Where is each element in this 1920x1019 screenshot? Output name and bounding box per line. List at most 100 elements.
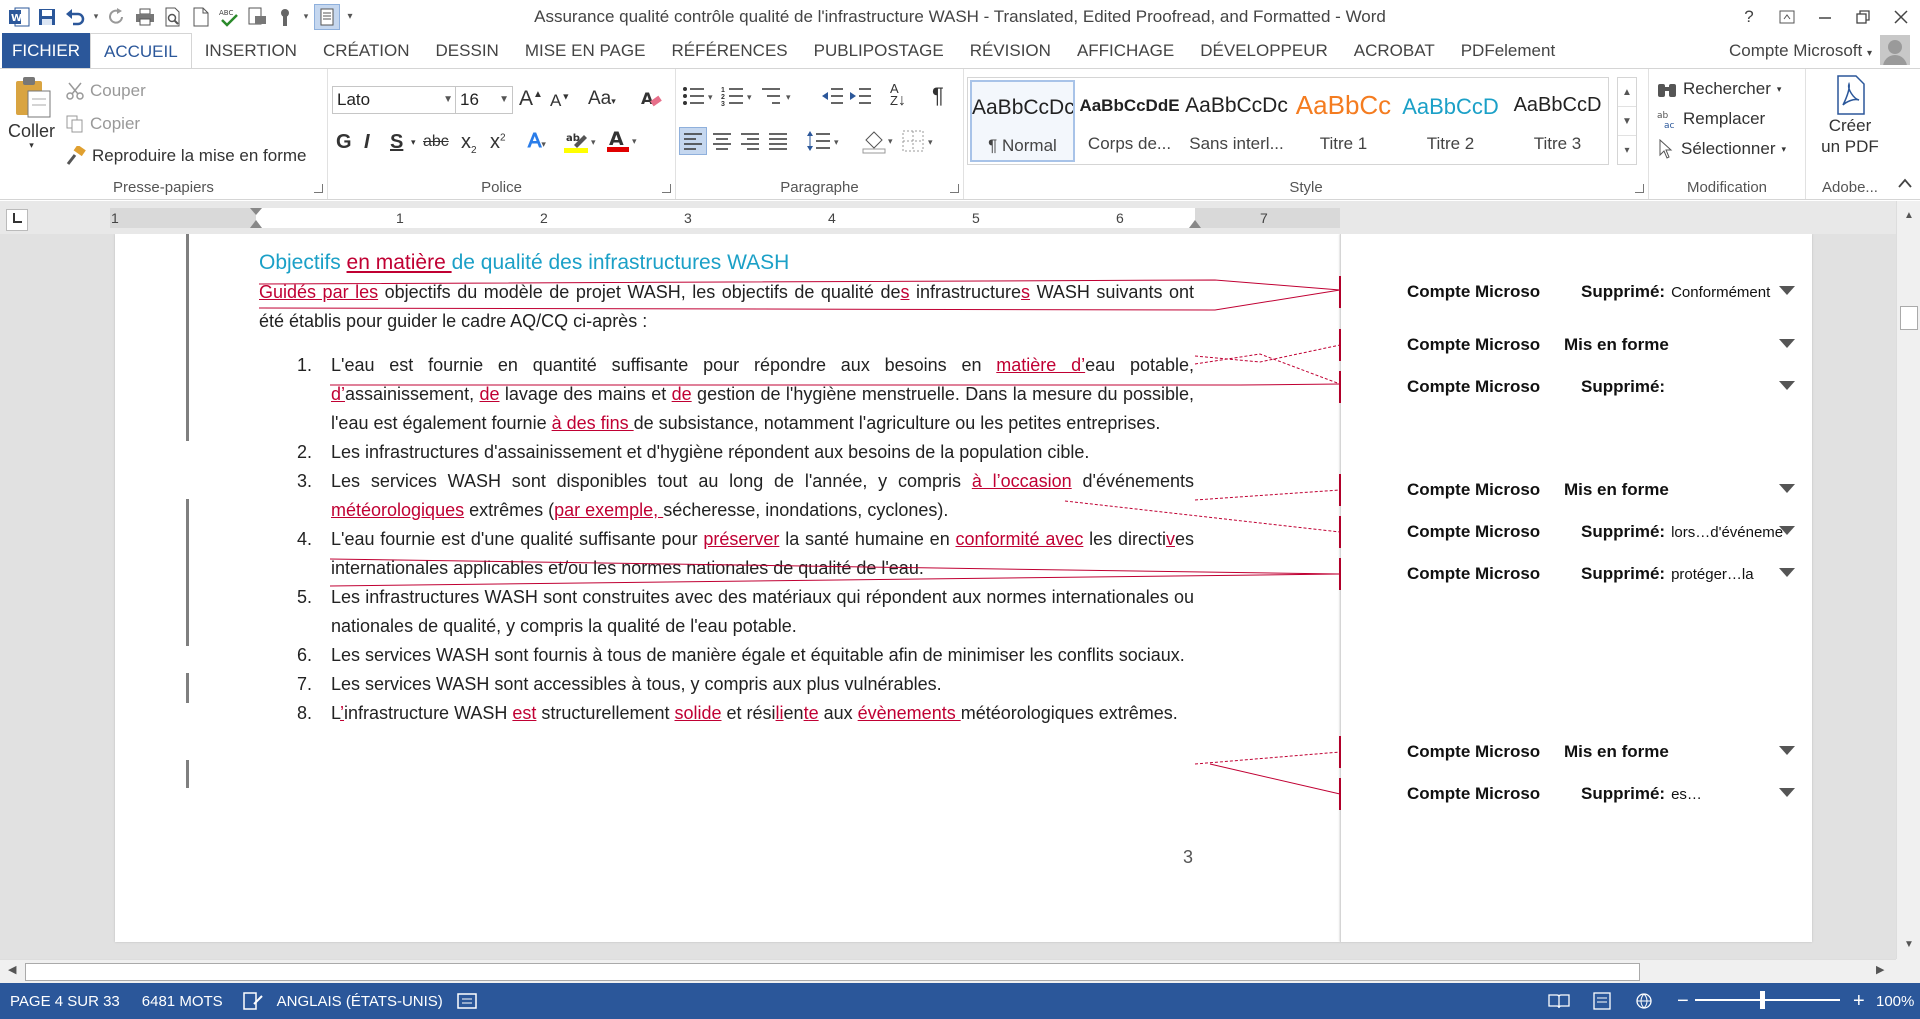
tab-acrobat[interactable]: ACROBAT	[1341, 33, 1448, 68]
font-size-combo[interactable]: 16 ▼	[455, 86, 513, 114]
superscript-icon[interactable]: x2	[490, 131, 506, 154]
shading-icon[interactable]: ▾	[862, 128, 898, 160]
balloon-dropdown-icon[interactable]	[1779, 339, 1795, 348]
styles-scroll-up-icon[interactable]: ▲	[1618, 78, 1636, 107]
balloon-dropdown-icon[interactable]	[1779, 381, 1795, 390]
underline-dropdown-icon[interactable]: ▾	[411, 137, 416, 148]
ribbon-display-options-icon[interactable]	[1768, 0, 1806, 33]
web-layout-view-icon[interactable]	[1634, 992, 1654, 1010]
cut-button[interactable]: Couper	[66, 81, 146, 101]
touch-mode-icon[interactable]	[272, 4, 298, 30]
print-setup-icon[interactable]	[244, 4, 270, 30]
revision-balloon[interactable]: Compte Microso Supprimé: protéger…la	[1407, 560, 1795, 588]
revision-balloon[interactable]: Compte Microso Mis en forme	[1407, 476, 1795, 504]
horizontal-scroll-thumb[interactable]	[25, 963, 1640, 981]
read-mode-view-icon[interactable]	[1548, 992, 1570, 1010]
underline-icon[interactable]: S	[390, 131, 403, 154]
styles-scroll-down-icon[interactable]: ▼	[1618, 107, 1636, 136]
collapse-ribbon-icon[interactable]	[1898, 176, 1912, 191]
revision-balloon[interactable]: Compte Microso Supprimé: Conformément	[1407, 278, 1795, 306]
left-indent-marker[interactable]	[250, 220, 262, 228]
tab-accueil[interactable]: ACCUEIL	[90, 32, 192, 69]
align-left-icon[interactable]	[679, 127, 707, 155]
account-name[interactable]: Compte Microsoft ▾	[1729, 33, 1872, 68]
create-pdf-button[interactable]: Créer un PDF	[1806, 75, 1894, 157]
sort-icon[interactable]: A Z↓	[890, 82, 906, 109]
tab-insertion[interactable]: INSERTION	[192, 33, 310, 68]
shrink-font-icon[interactable]: A▼	[550, 91, 570, 111]
revision-balloon[interactable]: Compte Microso Supprimé: es…	[1407, 780, 1795, 808]
styles-more-icon[interactable]: ▾	[1618, 136, 1636, 165]
styles-launcher-icon[interactable]	[1635, 184, 1644, 193]
clipboard-launcher-icon[interactable]	[314, 184, 323, 193]
customize-qat-icon[interactable]: ▾	[342, 4, 358, 30]
print-layout-view-icon[interactable]	[1592, 992, 1612, 1010]
tab-mise-en-page[interactable]: MISE EN PAGE	[512, 33, 659, 68]
bullets-icon[interactable]: ▾	[682, 85, 718, 113]
tab-creation[interactable]: CRÉATION	[310, 33, 423, 68]
minimize-icon[interactable]	[1806, 0, 1844, 33]
spelling-check-icon[interactable]: ABC	[216, 4, 242, 30]
tab-developpeur[interactable]: DÉVELOPPEUR	[1187, 33, 1341, 68]
italic-icon[interactable]: I	[364, 131, 370, 154]
style-heading-2[interactable]: AaBbCcD Titre 2	[1398, 80, 1503, 162]
scroll-up-icon[interactable]: ▲	[1900, 207, 1918, 225]
zoom-out-button[interactable]: −	[1677, 990, 1689, 1013]
avatar[interactable]	[1880, 35, 1910, 65]
balloon-dropdown-icon[interactable]	[1779, 788, 1795, 797]
change-case-icon[interactable]: Aa▾	[588, 88, 616, 110]
strikethrough-icon[interactable]: abc	[423, 133, 449, 151]
tab-selector-button[interactable]	[6, 209, 28, 231]
align-right-icon[interactable]	[740, 131, 760, 157]
multilevel-list-icon[interactable]: ▾	[760, 85, 796, 113]
vertical-scroll-thumb[interactable]	[1900, 306, 1918, 330]
align-center-icon[interactable]	[712, 131, 732, 157]
zoom-level[interactable]: 100%	[1876, 993, 1914, 1010]
quick-print-icon[interactable]	[132, 4, 158, 30]
zoom-slider[interactable]	[1695, 999, 1840, 1001]
paste-button[interactable]: Coller ▾	[8, 75, 55, 151]
bold-icon[interactable]: G	[336, 131, 352, 154]
language-status[interactable]: ANGLAIS (ÉTATS-UNIS)	[277, 993, 443, 1010]
text-effects-icon[interactable]: A▾	[528, 130, 546, 153]
style-body-text[interactable]: AaBbCcDdE Corps de...	[1077, 80, 1182, 162]
document-page[interactable]: Objectifs en matière de qualité des infr…	[115, 234, 1340, 942]
scroll-right-icon[interactable]: ▶	[1876, 963, 1884, 976]
font-launcher-icon[interactable]	[662, 184, 671, 193]
balloon-dropdown-icon[interactable]	[1779, 746, 1795, 755]
show-formatting-marks-icon[interactable]: ¶	[932, 83, 944, 109]
format-painter-button[interactable]: Reproduire la mise en forme	[66, 146, 306, 166]
tab-revision[interactable]: RÉVISION	[957, 33, 1064, 68]
numbering-icon[interactable]: 1 2 3 ▾	[721, 85, 757, 113]
first-line-indent-marker[interactable]	[250, 208, 262, 215]
print-preview-icon[interactable]	[160, 4, 186, 30]
font-name-combo[interactable]: Lato ▼	[332, 86, 457, 114]
save-icon[interactable]	[34, 4, 60, 30]
revision-balloon[interactable]: Compte Microso Mis en forme	[1407, 331, 1795, 359]
style-heading-1[interactable]: AaBbCc Titre 1	[1291, 80, 1396, 162]
balloon-dropdown-icon[interactable]	[1779, 484, 1795, 493]
borders-icon[interactable]: ▾	[902, 130, 942, 158]
highlight-icon[interactable]: ab ▾	[564, 129, 600, 159]
scroll-left-icon[interactable]: ◀	[8, 963, 16, 976]
restore-icon[interactable]	[1844, 0, 1882, 33]
undo-icon[interactable]	[62, 4, 88, 30]
balloon-dropdown-icon[interactable]	[1779, 568, 1795, 577]
zoom-slider-thumb[interactable]	[1760, 991, 1765, 1009]
macro-recording-icon[interactable]	[457, 992, 477, 1010]
page-count-status[interactable]: PAGE 4 SUR 33	[10, 993, 120, 1010]
revision-balloon[interactable]: Compte Microso Supprimé: lors…d'événeme	[1407, 518, 1795, 546]
scroll-down-icon[interactable]: ▼	[1900, 936, 1918, 954]
read-mode-icon[interactable]	[314, 3, 340, 30]
select-button[interactable]: Sélectionner ▾	[1657, 139, 1786, 159]
subscript-icon[interactable]: x2	[461, 131, 477, 156]
copy-button[interactable]: Copier	[66, 114, 140, 134]
clear-formatting-icon[interactable]: A	[641, 87, 663, 115]
revision-balloon[interactable]: Compte Microso Mis en forme	[1407, 738, 1795, 766]
style-heading-3[interactable]: AaBbCcD Titre 3	[1505, 80, 1610, 162]
revision-balloon[interactable]: Compte Microso Supprimé:	[1407, 373, 1795, 401]
find-button[interactable]: Rechercher ▾	[1657, 79, 1781, 99]
font-color-icon[interactable]: A ▾	[606, 127, 640, 159]
tab-pdfelement[interactable]: PDFelement	[1448, 33, 1568, 68]
decrease-indent-icon[interactable]	[820, 85, 844, 113]
